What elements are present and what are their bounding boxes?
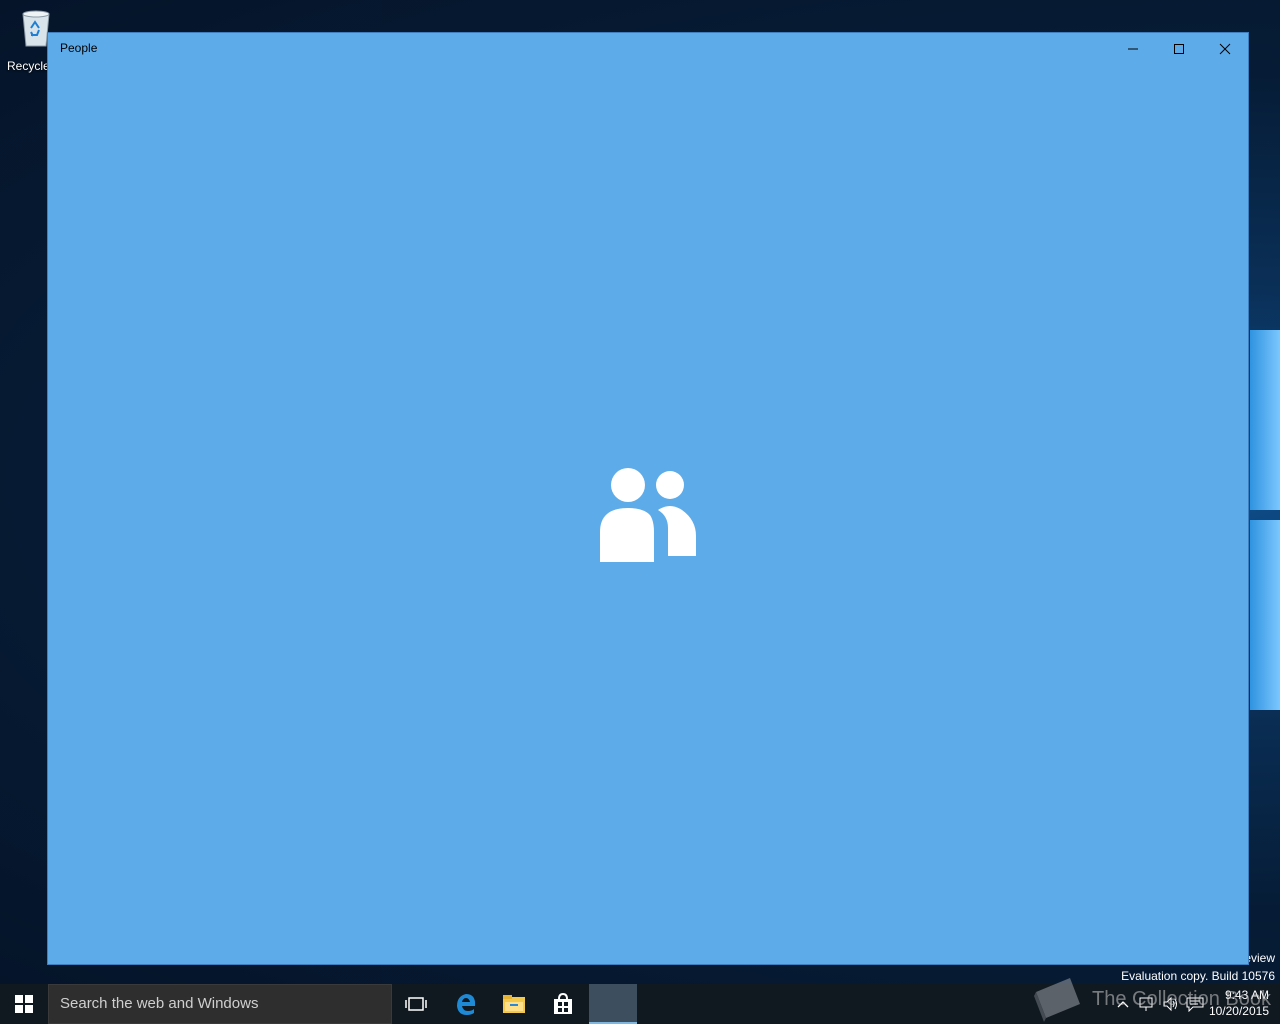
wallpaper-pane — [1250, 520, 1280, 710]
minimize-icon — [1128, 48, 1138, 49]
network-icon[interactable] — [1138, 996, 1156, 1012]
minimize-button[interactable] — [1110, 33, 1156, 64]
file-explorer-button[interactable] — [490, 984, 538, 1024]
people-app-taskbar-button[interactable] — [589, 984, 637, 1024]
edge-icon — [457, 994, 476, 1015]
search-input[interactable]: Search the web and Windows — [48, 984, 392, 1024]
action-center-icon[interactable] — [1186, 996, 1204, 1012]
store-button[interactable] — [539, 984, 587, 1024]
title-bar[interactable]: People — [48, 33, 1248, 64]
system-tray: 9:43 AM 10/20/2015 — [1110, 984, 1280, 1024]
recycle-bin-label: Recycle — [7, 59, 50, 73]
windows-logo-icon — [15, 995, 33, 1013]
build-text: Evaluation copy. Build 10576 — [1121, 969, 1275, 983]
task-view-button[interactable] — [392, 984, 440, 1024]
start-button[interactable] — [0, 984, 48, 1024]
edge-button[interactable] — [442, 984, 490, 1024]
people-splash-icon — [600, 466, 698, 564]
clock[interactable]: 9:43 AM 10/20/2015 — [1209, 987, 1269, 1019]
clock-time: 9:43 AM — [1224, 988, 1269, 1002]
people-app-window: People — [47, 32, 1249, 965]
store-icon — [554, 993, 572, 1014]
chevron-up-icon[interactable] — [1114, 996, 1132, 1012]
clock-date: 10/20/2015 — [1208, 1004, 1269, 1018]
file-explorer-icon — [503, 995, 525, 1013]
window-title: People — [60, 41, 98, 55]
close-icon — [1219, 43, 1231, 54]
wallpaper-pane — [1250, 330, 1280, 510]
maximize-icon — [1174, 43, 1184, 54]
taskbar: Search the web and Windows 9:43 AM 10/20… — [0, 984, 1280, 1024]
task-view-icon — [405, 997, 427, 1011]
close-button[interactable] — [1202, 33, 1248, 64]
volume-icon[interactable] — [1162, 996, 1180, 1012]
build-watermark: eview Evaluation copy. Build 10576 — [1121, 951, 1275, 984]
maximize-button[interactable] — [1156, 33, 1202, 64]
